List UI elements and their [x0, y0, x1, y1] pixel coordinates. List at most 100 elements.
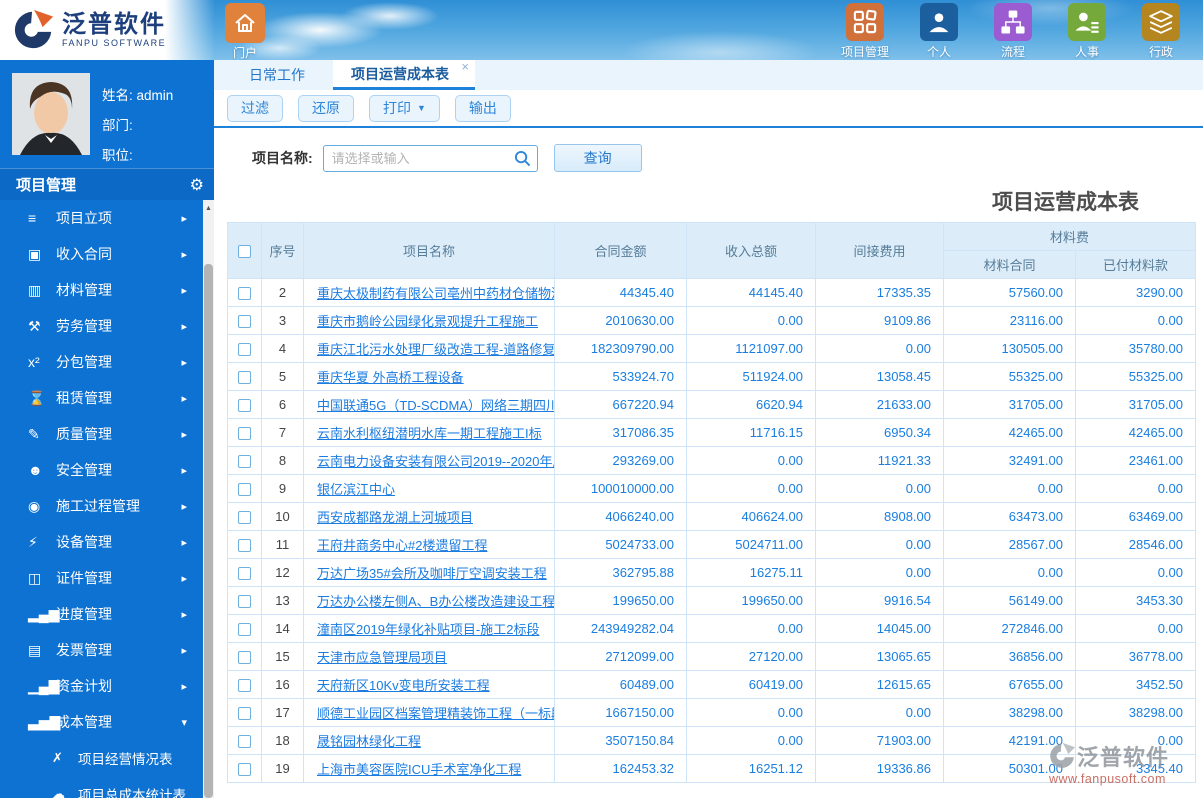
- filter-button[interactable]: 过滤: [227, 94, 283, 122]
- material-paid: 31705.00: [1074, 390, 1197, 419]
- close-icon[interactable]: ×: [461, 60, 469, 74]
- export-button[interactable]: 输出: [454, 94, 511, 122]
- row-checkbox[interactable]: [238, 567, 251, 581]
- row-checkbox[interactable]: [238, 707, 251, 721]
- sidebar-section-project-management[interactable]: 项目管理 ⚙: [0, 168, 214, 200]
- sidebar-menu-item[interactable]: ⚒ 劳务管理 ▸: [0, 308, 203, 344]
- menu-item-icon: ◉: [28, 497, 41, 514]
- top-header: 泛普软件 FANPU SOFTWARE 门户 项目管理 个人 流程 人事 行政: [0, 0, 1203, 60]
- income-total: 16251.12: [686, 754, 816, 783]
- sidebar-menu-item[interactable]: ⌛ 租赁管理 ▸: [0, 380, 203, 416]
- query-button[interactable]: 查询: [553, 144, 642, 172]
- sidebar-menu-item[interactable]: ◉ 施工过程管理 ▸: [0, 488, 203, 524]
- portal-button[interactable]: 门户: [222, 3, 268, 61]
- row-number: 8: [261, 446, 304, 475]
- menu-item-icon: ⌛: [28, 389, 46, 406]
- row-checkbox[interactable]: [238, 455, 251, 469]
- scroll-up-arrow-icon[interactable]: ▲: [203, 200, 214, 216]
- sidebar-menu-item[interactable]: ≡ 项目立项 ▸: [0, 200, 203, 236]
- project-link[interactable]: 云南水利枢纽潜明水库一期工程施工I标: [305, 423, 554, 442]
- sidebar-menu-item[interactable]: ▂▄▆ 进度管理 ▸: [0, 596, 203, 632]
- row-checkbox[interactable]: [238, 651, 251, 665]
- sidebar-menu-item[interactable]: ▣ 收入合同 ▸: [0, 236, 203, 272]
- row-checkbox[interactable]: [238, 539, 251, 553]
- row-checkbox[interactable]: [238, 735, 251, 749]
- material-contract: 32491.00: [943, 446, 1076, 475]
- app-personal[interactable]: 个人: [911, 3, 967, 60]
- sidebar-menu-item[interactable]: ☻ 安全管理 ▸: [0, 452, 203, 488]
- row-checkbox[interactable]: [238, 343, 251, 357]
- contract-amount: 362795.88: [554, 558, 687, 587]
- sidebar-menu-item[interactable]: ▃▅▇ 成本管理 ▾: [0, 704, 203, 740]
- row-checkbox[interactable]: [238, 287, 251, 301]
- sidebar-scrollbar[interactable]: ▲: [203, 200, 214, 798]
- project-link[interactable]: 晟铭园林绿化工程: [305, 731, 554, 750]
- project-link[interactable]: 西安成都路龙湖上河城项目: [305, 507, 554, 526]
- project-link[interactable]: 顺德工业园区档案管理精装饰工程（一标段: [305, 703, 554, 722]
- project-link[interactable]: 上海市美容医院ICU手术室净化工程: [305, 759, 554, 778]
- sidebar-submenu: ✗ 项目经营情况表 ☁ 项目总成本统计表: [0, 740, 203, 798]
- row-checkbox[interactable]: [238, 623, 251, 637]
- sidebar-submenu-item[interactable]: ☁ 项目总成本统计表: [0, 776, 203, 798]
- menu-item-label: 分包管理: [56, 354, 112, 370]
- project-link[interactable]: 重庆太极制药有限公司亳州中药材仓储物流: [305, 283, 554, 302]
- row-checkbox[interactable]: [238, 679, 251, 693]
- select-all-checkbox[interactable]: [238, 245, 251, 259]
- chevron-icon: ▸: [181, 644, 187, 657]
- row-checkbox[interactable]: [238, 399, 251, 413]
- sidebar-menu-item[interactable]: x² 分包管理 ▸: [0, 344, 203, 380]
- app-workflow[interactable]: 流程: [985, 3, 1041, 60]
- restore-button[interactable]: 还原: [298, 94, 354, 122]
- sidebar-menu-item[interactable]: ◫ 证件管理 ▸: [0, 560, 203, 596]
- app-admin[interactable]: 行政: [1133, 3, 1189, 60]
- material-paid: 0.00: [1074, 614, 1197, 643]
- contract-amount: 44345.40: [554, 278, 687, 307]
- row-checkbox[interactable]: [238, 511, 251, 525]
- project-link[interactable]: 潼南区2019年绿化补贴项目-施工2标段: [305, 619, 554, 638]
- menu-item-icon: x²: [28, 354, 40, 370]
- sidebar-menu-item[interactable]: ▥ 材料管理 ▸: [0, 272, 203, 308]
- project-name-input[interactable]: [322, 144, 538, 172]
- tab-project-operating-cost[interactable]: 项目运营成本表 ×: [333, 60, 475, 90]
- tab-daily-work[interactable]: 日常工作: [227, 60, 327, 90]
- row-checkbox[interactable]: [238, 315, 251, 329]
- material-contract: 28567.00: [943, 530, 1076, 559]
- project-link[interactable]: 银亿滨江中心: [305, 479, 554, 498]
- search-icon[interactable]: [514, 150, 531, 167]
- row-checkbox[interactable]: [238, 483, 251, 497]
- menu-item-label: 材料管理: [56, 282, 112, 298]
- sidebar-menu-item[interactable]: ▁▄▇ 资金计划 ▸: [0, 668, 203, 704]
- caret-down-icon: ▼: [417, 103, 426, 113]
- filter-row: 项目名称: 查询: [214, 130, 1203, 186]
- project-link[interactable]: 万达办公楼左侧A、B办公楼改造建设工程: [305, 591, 554, 610]
- sidebar-scrollbar-thumb[interactable]: [204, 264, 213, 798]
- project-link[interactable]: 重庆江北污水处理厂级改造工程-道路修复: [305, 339, 554, 358]
- row-number: 15: [261, 642, 304, 671]
- sidebar-menu-item[interactable]: ✎ 质量管理 ▸: [0, 416, 203, 452]
- sidebar-menu-item[interactable]: ⚡ 设备管理 ▸: [0, 524, 203, 560]
- toolbar: 过滤 还原 打印 ▼ 输出: [214, 90, 1203, 128]
- project-link[interactable]: 重庆市鹅岭公园绿化景观提升工程施工: [305, 311, 554, 330]
- project-link[interactable]: 天津市应急管理局项目: [305, 647, 554, 666]
- chevron-icon: ▸: [181, 356, 187, 369]
- project-link[interactable]: 天府新区10Kv变电所安装工程: [305, 675, 554, 694]
- menu-item-label: 质量管理: [56, 426, 112, 442]
- app-hr[interactable]: 人事: [1059, 3, 1115, 60]
- material-paid: 0.00: [1074, 726, 1197, 755]
- income-total: 511924.00: [686, 362, 816, 391]
- project-link[interactable]: 中国联通5G（TD-SCDMA）网络三期四川: [305, 395, 554, 414]
- print-button[interactable]: 打印 ▼: [369, 94, 440, 122]
- menu-item-icon: ▣: [28, 245, 42, 262]
- gear-icon[interactable]: ⚙: [190, 175, 204, 195]
- row-checkbox[interactable]: [238, 427, 251, 441]
- sidebar-menu-item[interactable]: ▤ 发票管理 ▸: [0, 632, 203, 668]
- project-link[interactable]: 云南电力设备安装有限公司2019--2020年度: [305, 451, 554, 470]
- project-link[interactable]: 王府井商务中心#2楼遗留工程: [305, 535, 554, 554]
- row-checkbox[interactable]: [238, 595, 251, 609]
- project-link[interactable]: 万达广场35#会所及咖啡厅空调安装工程: [305, 563, 554, 582]
- row-checkbox[interactable]: [238, 371, 251, 385]
- project-link[interactable]: 重庆华夏 外高桥工程设备: [305, 367, 554, 386]
- row-checkbox[interactable]: [238, 763, 251, 777]
- app-project-management[interactable]: 项目管理: [837, 3, 893, 60]
- sidebar-submenu-item[interactable]: ✗ 项目经营情况表: [0, 740, 203, 776]
